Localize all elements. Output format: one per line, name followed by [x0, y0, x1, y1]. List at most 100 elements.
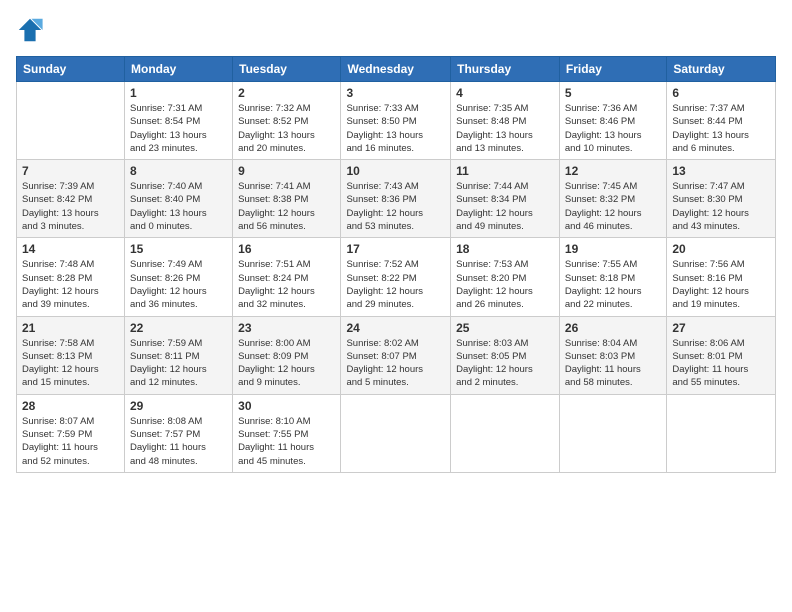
calendar-cell: 5 Sunrise: 7:36 AM Sunset: 8:46 PM Daylig… — [559, 82, 666, 160]
calendar-cell: 28Sunrise: 8:07 AM Sunset: 7:59 PM Dayli… — [17, 394, 125, 472]
day-number: 20 — [672, 242, 770, 256]
week-row-1: 1 Sunrise: 7:31 AM Sunset: 8:54 PM Daylig… — [17, 82, 776, 160]
day-info: Sunrise: 7:51 AM Sunset: 8:24 PM Dayligh… — [238, 258, 335, 311]
day-info: Sunrise: 7:45 AM Sunset: 8:32 PM Dayligh… — [565, 180, 661, 233]
day-number: 17 — [346, 242, 445, 256]
day-info: Sunrise: 7:58 AM Sunset: 8:13 PM Dayligh… — [22, 337, 119, 390]
day-info: Sunrise: 7:59 AM Sunset: 8:11 PM Dayligh… — [130, 337, 227, 390]
calendar-cell: 17 Sunrise: 7:52 AM Sunset: 8:22 PM Dayli… — [341, 238, 451, 316]
header-row: SundayMondayTuesdayWednesdayThursdayFrid… — [17, 57, 776, 82]
day-number: 18 — [456, 242, 554, 256]
day-info: Sunrise: 8:03 AM Sunset: 8:05 PM Dayligh… — [456, 337, 554, 390]
calendar-cell: 4 Sunrise: 7:35 AM Sunset: 8:48 PM Daylig… — [451, 82, 560, 160]
day-number: 12 — [565, 164, 661, 178]
day-info: Sunrise: 7:32 AM Sunset: 8:52 PM Dayligh… — [238, 102, 335, 155]
calendar-cell: 8 Sunrise: 7:40 AM Sunset: 8:40 PM Daylig… — [125, 160, 233, 238]
day-info: Sunrise: 7:40 AM Sunset: 8:40 PM Dayligh… — [130, 180, 227, 233]
calendar-cell: 18 Sunrise: 7:53 AM Sunset: 8:20 PM Dayli… — [451, 238, 560, 316]
day-number: 4 — [456, 86, 554, 100]
weekday-header-sunday: Sunday — [17, 57, 125, 82]
day-info: Sunrise: 7:48 AM Sunset: 8:28 PM Dayligh… — [22, 258, 119, 311]
day-info: Sunrise: 7:31 AM Sunset: 8:54 PM Dayligh… — [130, 102, 227, 155]
day-info: Sunrise: 8:04 AM Sunset: 8:03 PM Dayligh… — [565, 337, 661, 390]
day-number: 23 — [238, 321, 335, 335]
calendar-cell: 1 Sunrise: 7:31 AM Sunset: 8:54 PM Daylig… — [125, 82, 233, 160]
weekday-header-wednesday: Wednesday — [341, 57, 451, 82]
day-number: 22 — [130, 321, 227, 335]
day-number: 26 — [565, 321, 661, 335]
day-info: Sunrise: 7:53 AM Sunset: 8:20 PM Dayligh… — [456, 258, 554, 311]
day-number: 13 — [672, 164, 770, 178]
calendar-cell — [341, 394, 451, 472]
calendar-cell: 25Sunrise: 8:03 AM Sunset: 8:05 PM Dayli… — [451, 316, 560, 394]
calendar-cell: 7 Sunrise: 7:39 AM Sunset: 8:42 PM Daylig… — [17, 160, 125, 238]
calendar-cell: 30 Sunrise: 8:10 AM Sunset: 7:55 PM Dayli… — [233, 394, 341, 472]
day-number: 27 — [672, 321, 770, 335]
logo — [16, 16, 48, 44]
day-info: Sunrise: 8:00 AM Sunset: 8:09 PM Dayligh… — [238, 337, 335, 390]
calendar-cell: 24 Sunrise: 8:02 AM Sunset: 8:07 PM Dayli… — [341, 316, 451, 394]
calendar-cell: 29 Sunrise: 8:08 AM Sunset: 7:57 PM Dayli… — [125, 394, 233, 472]
calendar-cell: 16 Sunrise: 7:51 AM Sunset: 8:24 PM Dayli… — [233, 238, 341, 316]
weekday-header-thursday: Thursday — [451, 57, 560, 82]
day-info: Sunrise: 8:08 AM Sunset: 7:57 PM Dayligh… — [130, 415, 227, 468]
day-info: Sunrise: 7:52 AM Sunset: 8:22 PM Dayligh… — [346, 258, 445, 311]
day-info: Sunrise: 7:44 AM Sunset: 8:34 PM Dayligh… — [456, 180, 554, 233]
day-info: Sunrise: 7:56 AM Sunset: 8:16 PM Dayligh… — [672, 258, 770, 311]
day-info: Sunrise: 7:55 AM Sunset: 8:18 PM Dayligh… — [565, 258, 661, 311]
day-number: 21 — [22, 321, 119, 335]
calendar-cell: 11 Sunrise: 7:44 AM Sunset: 8:34 PM Dayli… — [451, 160, 560, 238]
day-number: 2 — [238, 86, 335, 100]
day-info: Sunrise: 8:02 AM Sunset: 8:07 PM Dayligh… — [346, 337, 445, 390]
weekday-header-monday: Monday — [125, 57, 233, 82]
calendar-cell: 13Sunrise: 7:47 AM Sunset: 8:30 PM Dayli… — [667, 160, 776, 238]
week-row-3: 14 Sunrise: 7:48 AM Sunset: 8:28 PM Dayli… — [17, 238, 776, 316]
calendar-cell: 9Sunrise: 7:41 AM Sunset: 8:38 PM Daylig… — [233, 160, 341, 238]
day-number: 16 — [238, 242, 335, 256]
week-row-2: 7 Sunrise: 7:39 AM Sunset: 8:42 PM Daylig… — [17, 160, 776, 238]
calendar-cell — [667, 394, 776, 472]
day-info: Sunrise: 7:33 AM Sunset: 8:50 PM Dayligh… — [346, 102, 445, 155]
day-info: Sunrise: 7:35 AM Sunset: 8:48 PM Dayligh… — [456, 102, 554, 155]
calendar: SundayMondayTuesdayWednesdayThursdayFrid… — [16, 56, 776, 473]
day-info: Sunrise: 8:10 AM Sunset: 7:55 PM Dayligh… — [238, 415, 335, 468]
day-info: Sunrise: 7:43 AM Sunset: 8:36 PM Dayligh… — [346, 180, 445, 233]
day-info: Sunrise: 8:06 AM Sunset: 8:01 PM Dayligh… — [672, 337, 770, 390]
calendar-cell — [451, 394, 560, 472]
day-number: 30 — [238, 399, 335, 413]
day-number: 6 — [672, 86, 770, 100]
calendar-cell: 6 Sunrise: 7:37 AM Sunset: 8:44 PM Daylig… — [667, 82, 776, 160]
calendar-cell: 3Sunrise: 7:33 AM Sunset: 8:50 PM Daylig… — [341, 82, 451, 160]
day-number: 5 — [565, 86, 661, 100]
weekday-header-saturday: Saturday — [667, 57, 776, 82]
calendar-cell: 2 Sunrise: 7:32 AM Sunset: 8:52 PM Daylig… — [233, 82, 341, 160]
page: SundayMondayTuesdayWednesdayThursdayFrid… — [0, 0, 792, 612]
calendar-cell: 27 Sunrise: 8:06 AM Sunset: 8:01 PM Dayli… — [667, 316, 776, 394]
logo-icon — [16, 16, 44, 44]
weekday-header-friday: Friday — [559, 57, 666, 82]
day-number: 14 — [22, 242, 119, 256]
day-number: 1 — [130, 86, 227, 100]
calendar-cell — [17, 82, 125, 160]
day-info: Sunrise: 7:49 AM Sunset: 8:26 PM Dayligh… — [130, 258, 227, 311]
calendar-body: 1 Sunrise: 7:31 AM Sunset: 8:54 PM Daylig… — [17, 82, 776, 473]
day-number: 29 — [130, 399, 227, 413]
day-number: 7 — [22, 164, 119, 178]
day-number: 24 — [346, 321, 445, 335]
day-number: 15 — [130, 242, 227, 256]
calendar-cell: 14 Sunrise: 7:48 AM Sunset: 8:28 PM Dayli… — [17, 238, 125, 316]
week-row-5: 28Sunrise: 8:07 AM Sunset: 7:59 PM Dayli… — [17, 394, 776, 472]
weekday-header-tuesday: Tuesday — [233, 57, 341, 82]
day-number: 8 — [130, 164, 227, 178]
day-info: Sunrise: 7:39 AM Sunset: 8:42 PM Dayligh… — [22, 180, 119, 233]
calendar-cell: 23 Sunrise: 8:00 AM Sunset: 8:09 PM Dayli… — [233, 316, 341, 394]
calendar-cell: 19Sunrise: 7:55 AM Sunset: 8:18 PM Dayli… — [559, 238, 666, 316]
day-info: Sunrise: 7:37 AM Sunset: 8:44 PM Dayligh… — [672, 102, 770, 155]
day-info: Sunrise: 7:36 AM Sunset: 8:46 PM Dayligh… — [565, 102, 661, 155]
calendar-cell: 20 Sunrise: 7:56 AM Sunset: 8:16 PM Dayli… — [667, 238, 776, 316]
calendar-cell: 10Sunrise: 7:43 AM Sunset: 8:36 PM Dayli… — [341, 160, 451, 238]
day-number: 28 — [22, 399, 119, 413]
calendar-cell: 15 Sunrise: 7:49 AM Sunset: 8:26 PM Dayli… — [125, 238, 233, 316]
calendar-cell — [559, 394, 666, 472]
day-number: 11 — [456, 164, 554, 178]
